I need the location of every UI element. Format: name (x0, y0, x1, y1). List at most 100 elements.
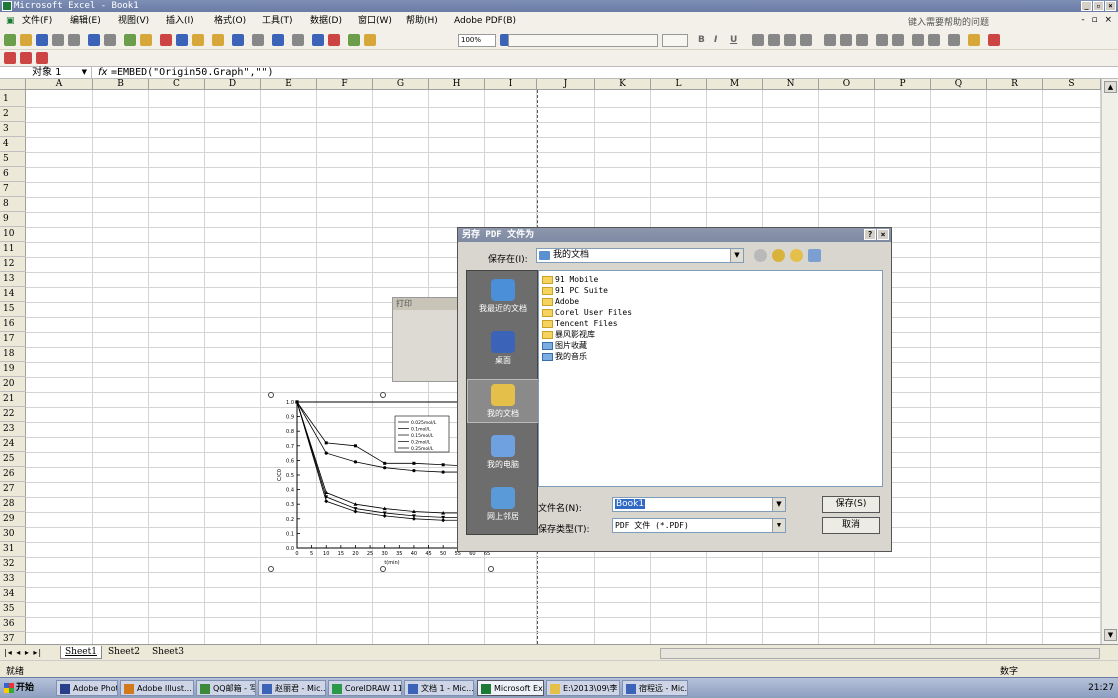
row-header[interactable]: 32 (0, 557, 26, 572)
row-header[interactable]: 18 (0, 347, 26, 362)
research-icon[interactable] (140, 34, 152, 46)
copy-icon[interactable] (176, 34, 188, 46)
zoom-select[interactable]: 100% (458, 34, 496, 47)
row-header[interactable]: 13 (0, 272, 26, 287)
help-button[interactable]: ? (864, 229, 876, 240)
font-name-select[interactable] (508, 34, 658, 47)
convert-email-pdf-icon[interactable] (20, 52, 32, 64)
taskbar-task[interactable]: CorelDRAW 11... (328, 680, 402, 696)
row-header[interactable]: 37 (0, 632, 26, 644)
hyperlink-icon[interactable] (272, 34, 284, 46)
font-size-select[interactable] (662, 34, 688, 47)
column-header[interactable]: G (373, 79, 429, 90)
row-header[interactable]: 3 (0, 122, 26, 137)
selection-handle[interactable] (268, 566, 274, 572)
chevron-down-icon[interactable]: ▼ (730, 249, 743, 262)
new-folder-icon[interactable] (790, 249, 803, 262)
borders-icon[interactable] (948, 34, 960, 46)
decrease-indent-icon[interactable] (912, 34, 924, 46)
row-header[interactable]: 35 (0, 602, 26, 617)
comma-icon[interactable] (856, 34, 868, 46)
taskbar-task[interactable]: Adobe Photos... (56, 680, 118, 696)
tab-sheet2[interactable]: Sheet2 (104, 646, 144, 659)
selection-handle[interactable] (380, 566, 386, 572)
column-header[interactable]: Q (931, 79, 987, 90)
row-header[interactable]: 15 (0, 302, 26, 317)
row-header[interactable]: 33 (0, 572, 26, 587)
views-icon[interactable] (808, 249, 821, 262)
horizontal-scrollbar[interactable] (660, 648, 1100, 659)
merge-center-icon[interactable] (800, 34, 812, 46)
row-header[interactable]: 25 (0, 452, 26, 467)
file-item[interactable]: 91 Mobile (542, 274, 598, 285)
menu-tools[interactable]: 工具(T) (262, 15, 293, 27)
taskbar-task[interactable]: 宿程远 - Mic... (622, 680, 688, 696)
place-item[interactable]: 我的电脑 (467, 431, 539, 475)
row-header[interactable]: 14 (0, 287, 26, 302)
row-header[interactable]: 10 (0, 227, 26, 242)
menu-help[interactable]: 帮助(H) (406, 15, 438, 27)
fill-color-icon[interactable] (968, 34, 980, 46)
chart-wizard-icon[interactable] (348, 34, 360, 46)
column-header[interactable]: F (317, 79, 373, 90)
formula-input[interactable]: =EMBED("Origin50.Graph","") (111, 67, 274, 78)
menu-adobe-pdf[interactable]: Adobe PDF(B) (454, 15, 516, 27)
chevron-down-icon[interactable]: ▼ (772, 498, 785, 511)
undo-icon[interactable] (232, 34, 244, 46)
scroll-up-icon[interactable]: ▲ (1104, 81, 1117, 93)
place-item[interactable]: 网上邻居 (467, 483, 539, 527)
row-header[interactable]: 12 (0, 257, 26, 272)
menu-file[interactable]: 文件(F) (22, 15, 52, 27)
cancel-button[interactable]: 取消 (822, 517, 880, 534)
chevron-down-icon[interactable]: ▼ (772, 519, 785, 532)
row-header[interactable]: 5 (0, 152, 26, 167)
percent-icon[interactable] (840, 34, 852, 46)
vertical-scrollbar[interactable]: ▲ ▼ (1101, 79, 1118, 644)
underline-button[interactable]: U (730, 35, 737, 45)
convert-pdf-icon[interactable] (4, 52, 16, 64)
up-folder-icon[interactable] (772, 249, 785, 262)
select-all-corner[interactable] (0, 79, 26, 90)
save-icon[interactable] (36, 34, 48, 46)
email-icon[interactable] (68, 34, 80, 46)
bold-button[interactable]: B (698, 35, 705, 45)
increase-decimal-icon[interactable] (876, 34, 888, 46)
currency-icon[interactable] (824, 34, 836, 46)
column-header[interactable]: N (763, 79, 819, 90)
column-header[interactable]: L (651, 79, 707, 90)
column-header[interactable]: E (261, 79, 317, 90)
save-in-select[interactable]: 我的文档 ▼ (536, 248, 744, 263)
selection-handle[interactable] (268, 392, 274, 398)
row-header[interactable]: 19 (0, 362, 26, 377)
menu-insert[interactable]: 插入(I) (166, 15, 194, 27)
file-item[interactable]: Adobe (542, 296, 579, 307)
align-right-icon[interactable] (784, 34, 796, 46)
row-header[interactable]: 36 (0, 617, 26, 632)
place-item[interactable]: 我的文档 (467, 379, 539, 423)
minimize-button[interactable]: _ (1081, 1, 1092, 11)
scroll-down-icon[interactable]: ▼ (1104, 629, 1117, 641)
file-list[interactable]: 91 Mobile 91 PC Suite Adobe Corel User File… (538, 270, 883, 487)
help-search-input[interactable]: 键入需要帮助的问题 (908, 15, 989, 28)
row-header[interactable]: 2 (0, 107, 26, 122)
column-header[interactable]: P (875, 79, 931, 90)
row-header[interactable]: 29 (0, 512, 26, 527)
open-icon[interactable] (20, 34, 32, 46)
chevron-down-icon[interactable]: ▼ (82, 67, 87, 78)
column-header[interactable]: J (537, 79, 595, 90)
paste-icon[interactable] (192, 34, 204, 46)
convert-review-pdf-icon[interactable] (36, 52, 48, 64)
menu-format[interactable]: 格式(O) (214, 15, 246, 27)
row-header[interactable]: 20 (0, 377, 26, 392)
column-header[interactable]: A (26, 79, 93, 90)
start-button[interactable]: 开始 (2, 680, 48, 696)
file-item[interactable]: 91 PC Suite (542, 285, 608, 296)
column-header[interactable]: B (93, 79, 149, 90)
format-painter-icon[interactable] (212, 34, 224, 46)
row-header[interactable]: 16 (0, 317, 26, 332)
row-header[interactable]: 9 (0, 212, 26, 227)
drawing-icon[interactable] (364, 34, 376, 46)
row-header[interactable]: 17 (0, 332, 26, 347)
dialog-close-button[interactable]: × (877, 229, 889, 240)
file-item[interactable]: Corel User Files (542, 307, 632, 318)
